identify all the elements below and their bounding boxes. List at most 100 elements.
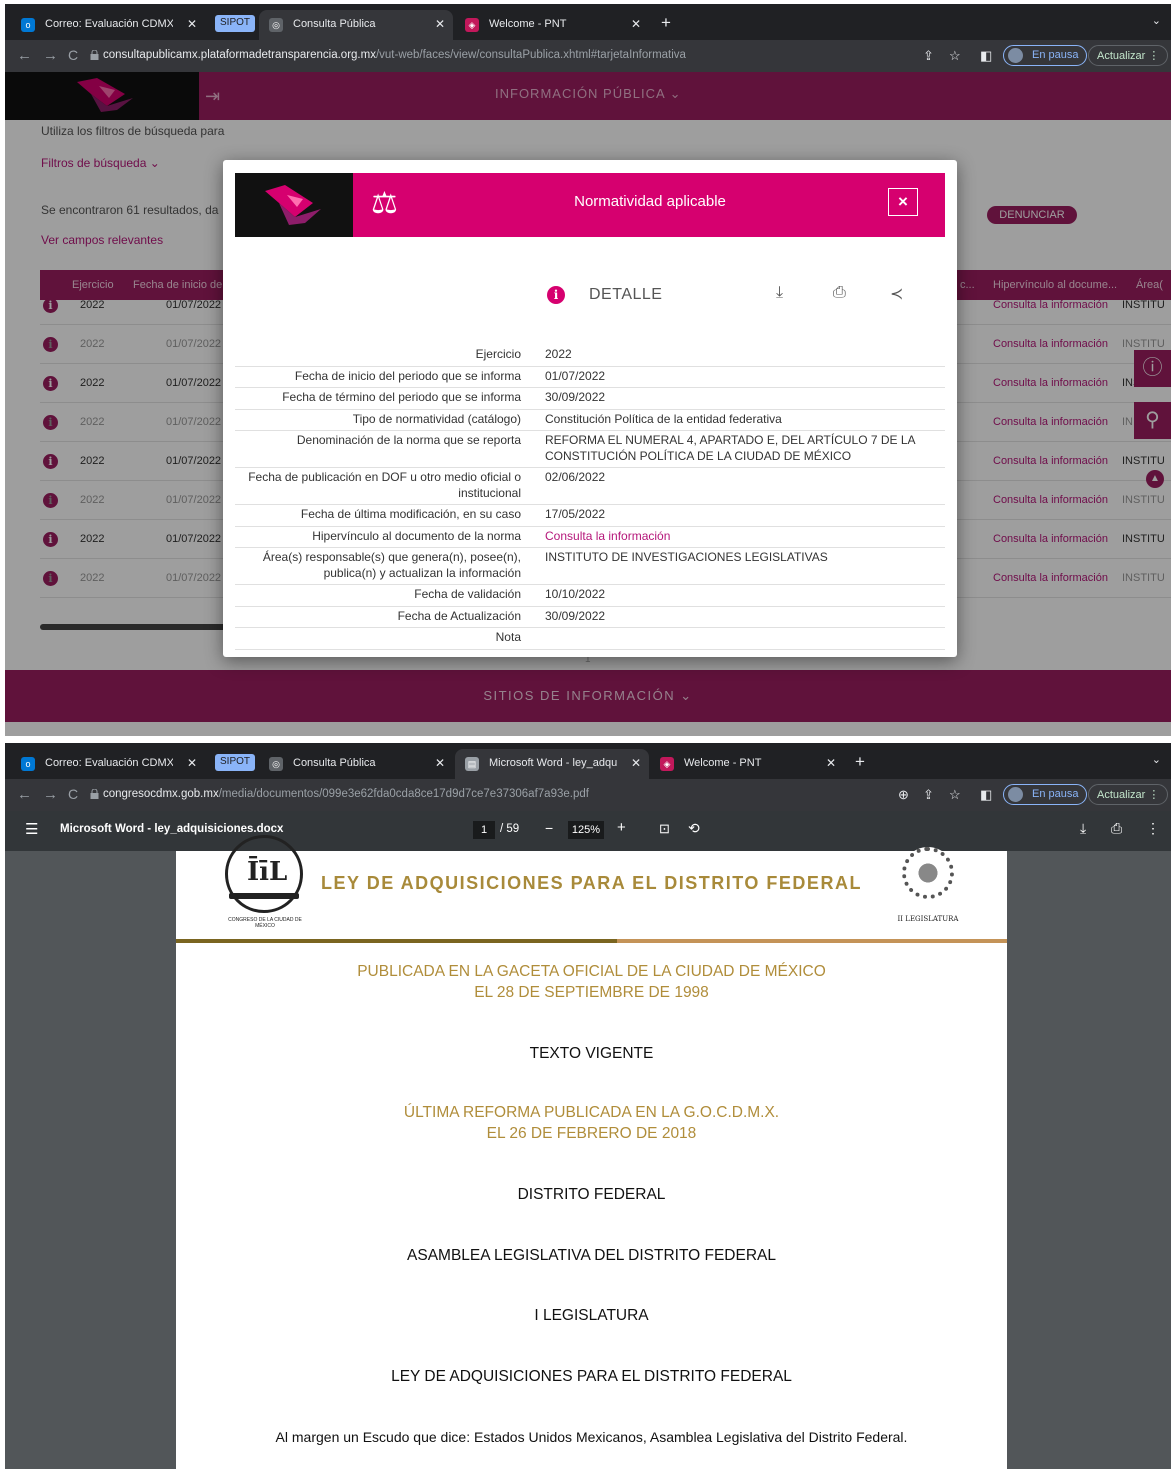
- cell-link[interactable]: Consulta la información: [993, 299, 1108, 311]
- close-tab-icon[interactable]: ✕: [187, 756, 197, 770]
- denunciar-button[interactable]: DENUNCIAR: [987, 206, 1077, 224]
- tab-consulta-publica[interactable]: ◎ Consulta Pública ✕: [259, 749, 453, 779]
- cell-link[interactable]: Consulta la información: [993, 494, 1108, 506]
- share-icon[interactable]: ⇪: [923, 48, 934, 64]
- filters-link[interactable]: Filtros de búsqueda ⌄: [41, 156, 160, 170]
- info-icon[interactable]: i: [43, 454, 58, 469]
- document-link[interactable]: Consulta la información: [533, 529, 945, 545]
- more-options-icon[interactable]: ⋮: [1146, 820, 1160, 837]
- cell-link[interactable]: Consulta la información: [993, 377, 1108, 389]
- download-icon[interactable]: ⤓: [776, 284, 783, 302]
- sitios-footer[interactable]: SITIOS DE INFORMACIÓN ⌄: [5, 670, 1171, 722]
- detail-row: Fecha de Actualización 30/09/2022: [235, 607, 945, 628]
- zoom-in-icon[interactable]: +: [617, 819, 626, 836]
- avatar: [1008, 787, 1023, 802]
- tab-correo[interactable]: o Correo: Evaluación CDMX - Ou ✕: [11, 10, 205, 40]
- published-line-1: PUBLICADA EN LA GACETA OFICIAL DE LA CIU…: [357, 963, 826, 980]
- close-tab-icon[interactable]: ✕: [631, 17, 641, 31]
- legislatura-label: II LEGISLATURA: [897, 915, 959, 923]
- close-icon[interactable]: ×: [888, 188, 918, 216]
- forward-icon[interactable]: →: [43, 47, 58, 64]
- page-number-input[interactable]: 1: [473, 821, 495, 839]
- close-tab-icon[interactable]: ✕: [435, 756, 445, 770]
- close-tab-icon[interactable]: ✕: [826, 756, 836, 770]
- info-icon[interactable]: i: [43, 298, 58, 313]
- url-field[interactable]: congresocdmx.gob.mx/media/documentos/099…: [103, 788, 589, 800]
- info-icon[interactable]: i: [43, 337, 58, 352]
- back-icon[interactable]: ←: [17, 47, 32, 64]
- side-panel-icon[interactable]: ◧: [980, 48, 992, 64]
- detail-row: Fecha de última modificación, en su caso…: [235, 505, 945, 527]
- published-line-2: EL 28 DE SEPTIEMBRE DE 1998: [474, 984, 709, 1001]
- bookmark-star-icon[interactable]: ☆: [949, 787, 961, 803]
- rotate-icon[interactable]: ⟲: [688, 820, 700, 837]
- reload-icon[interactable]: C: [68, 47, 78, 63]
- back-icon[interactable]: ←: [17, 786, 32, 803]
- info-icon: i: [547, 286, 565, 304]
- cell-link[interactable]: Consulta la información: [993, 533, 1108, 545]
- side-panel-icon[interactable]: ◧: [980, 787, 992, 803]
- info-icon[interactable]: i: [43, 571, 58, 586]
- cell-link[interactable]: Consulta la información: [993, 455, 1108, 467]
- forward-icon[interactable]: →: [43, 786, 58, 803]
- download-icon[interactable]: ⤓: [1080, 820, 1086, 837]
- cell-ejercicio: 2022: [80, 338, 105, 350]
- pdf-viewer[interactable]: ĪīL CONGRESO DE LA CIUDAD DE MÉXICO LEY …: [5, 835, 1171, 1469]
- header-title[interactable]: INFORMACIÓN PÚBLICA ⌄: [495, 86, 681, 102]
- bookmark-star-icon[interactable]: ☆: [949, 48, 961, 64]
- scroll-up-icon[interactable]: ▲: [1146, 470, 1164, 488]
- print-icon[interactable]: ⎙: [1111, 820, 1122, 837]
- share-icon[interactable]: ≺: [890, 284, 903, 304]
- tab-search-chevron-icon[interactable]: ⌄: [1152, 14, 1161, 27]
- new-tab-icon[interactable]: +: [855, 752, 865, 772]
- info-icon[interactable]: i: [43, 376, 58, 391]
- new-tab-icon[interactable]: +: [661, 13, 671, 33]
- zoom-icon[interactable]: ⊕: [898, 787, 909, 803]
- menu-toggle-icon[interactable]: ⇥: [205, 86, 220, 107]
- alert-side-icon[interactable]: ⓘ: [1134, 350, 1171, 387]
- field-value: INSTITUTO DE INVESTIGACIONES LEGISLATIVA…: [545, 550, 828, 564]
- sipot-tab-group[interactable]: SIPOT: [215, 15, 256, 32]
- profile-paused-button[interactable]: En pausa: [1003, 45, 1088, 66]
- tab-search-chevron-icon[interactable]: ⌄: [1152, 753, 1161, 766]
- print-icon[interactable]: ⎙: [833, 284, 846, 302]
- detail-row: Ejercicio 2022: [235, 345, 945, 367]
- update-button[interactable]: Actualizar ⋮: [1088, 45, 1169, 66]
- cell-area: INSTITU: [1122, 572, 1165, 584]
- url-field[interactable]: consultapublicamx.plataformadetransparen…: [103, 49, 686, 61]
- sipot-tab-group[interactable]: SIPOT: [215, 754, 256, 771]
- field-label: Fecha de validación: [414, 587, 521, 601]
- info-icon[interactable]: i: [43, 493, 58, 508]
- update-button[interactable]: Actualizar ⋮: [1088, 784, 1169, 805]
- tab-consulta-publica[interactable]: ◎ Consulta Pública ✕: [259, 10, 453, 40]
- close-tab-icon[interactable]: ✕: [187, 17, 197, 31]
- tools-side-icon[interactable]: ⚲: [1134, 402, 1171, 439]
- tab-pdf-ley[interactable]: ▤ Microsoft Word - ley_adquisicio ✕: [455, 749, 649, 779]
- menu-icon[interactable]: ☰: [25, 820, 38, 838]
- detail-row: Fecha de término del periodo que se info…: [235, 388, 945, 410]
- cell-link[interactable]: Consulta la información: [993, 338, 1108, 350]
- tab-welcome-pnt[interactable]: ◈ Welcome - PNT ✕: [455, 10, 649, 40]
- legislatura-line: I LEGISLATURA: [534, 1307, 649, 1324]
- tab-correo[interactable]: o Correo: Evaluación CDMX - Ou ✕: [11, 749, 205, 779]
- tab-welcome-pnt[interactable]: ◈ Welcome - PNT ✕: [650, 749, 844, 779]
- cell-link[interactable]: Consulta la información: [993, 572, 1108, 584]
- profile-paused-button[interactable]: En pausa: [1003, 784, 1088, 805]
- field-value: [533, 630, 945, 646]
- zoom-level[interactable]: 125%: [568, 821, 604, 839]
- info-icon[interactable]: i: [43, 415, 58, 430]
- cell-ejercicio: 2022: [80, 299, 105, 311]
- close-tab-icon[interactable]: ✕: [435, 17, 445, 31]
- relevant-fields-link[interactable]: Ver campos relevantes: [41, 233, 163, 247]
- browser-window-pdf: o Correo: Evaluación CDMX - Ou ✕ SIPOT ◎…: [5, 743, 1171, 1469]
- cell-link[interactable]: Consulta la información: [993, 416, 1108, 428]
- field-value: 30/09/2022: [545, 608, 606, 623]
- reload-icon[interactable]: C: [68, 786, 78, 802]
- fit-page-icon[interactable]: ⊡: [659, 821, 670, 837]
- document-icon: ▤: [465, 757, 479, 771]
- share-icon[interactable]: ⇪: [923, 787, 934, 803]
- zoom-out-icon[interactable]: −: [545, 820, 553, 836]
- cell-ejercicio: 2022: [80, 455, 105, 467]
- close-tab-icon[interactable]: ✕: [631, 756, 641, 770]
- info-icon[interactable]: i: [43, 532, 58, 547]
